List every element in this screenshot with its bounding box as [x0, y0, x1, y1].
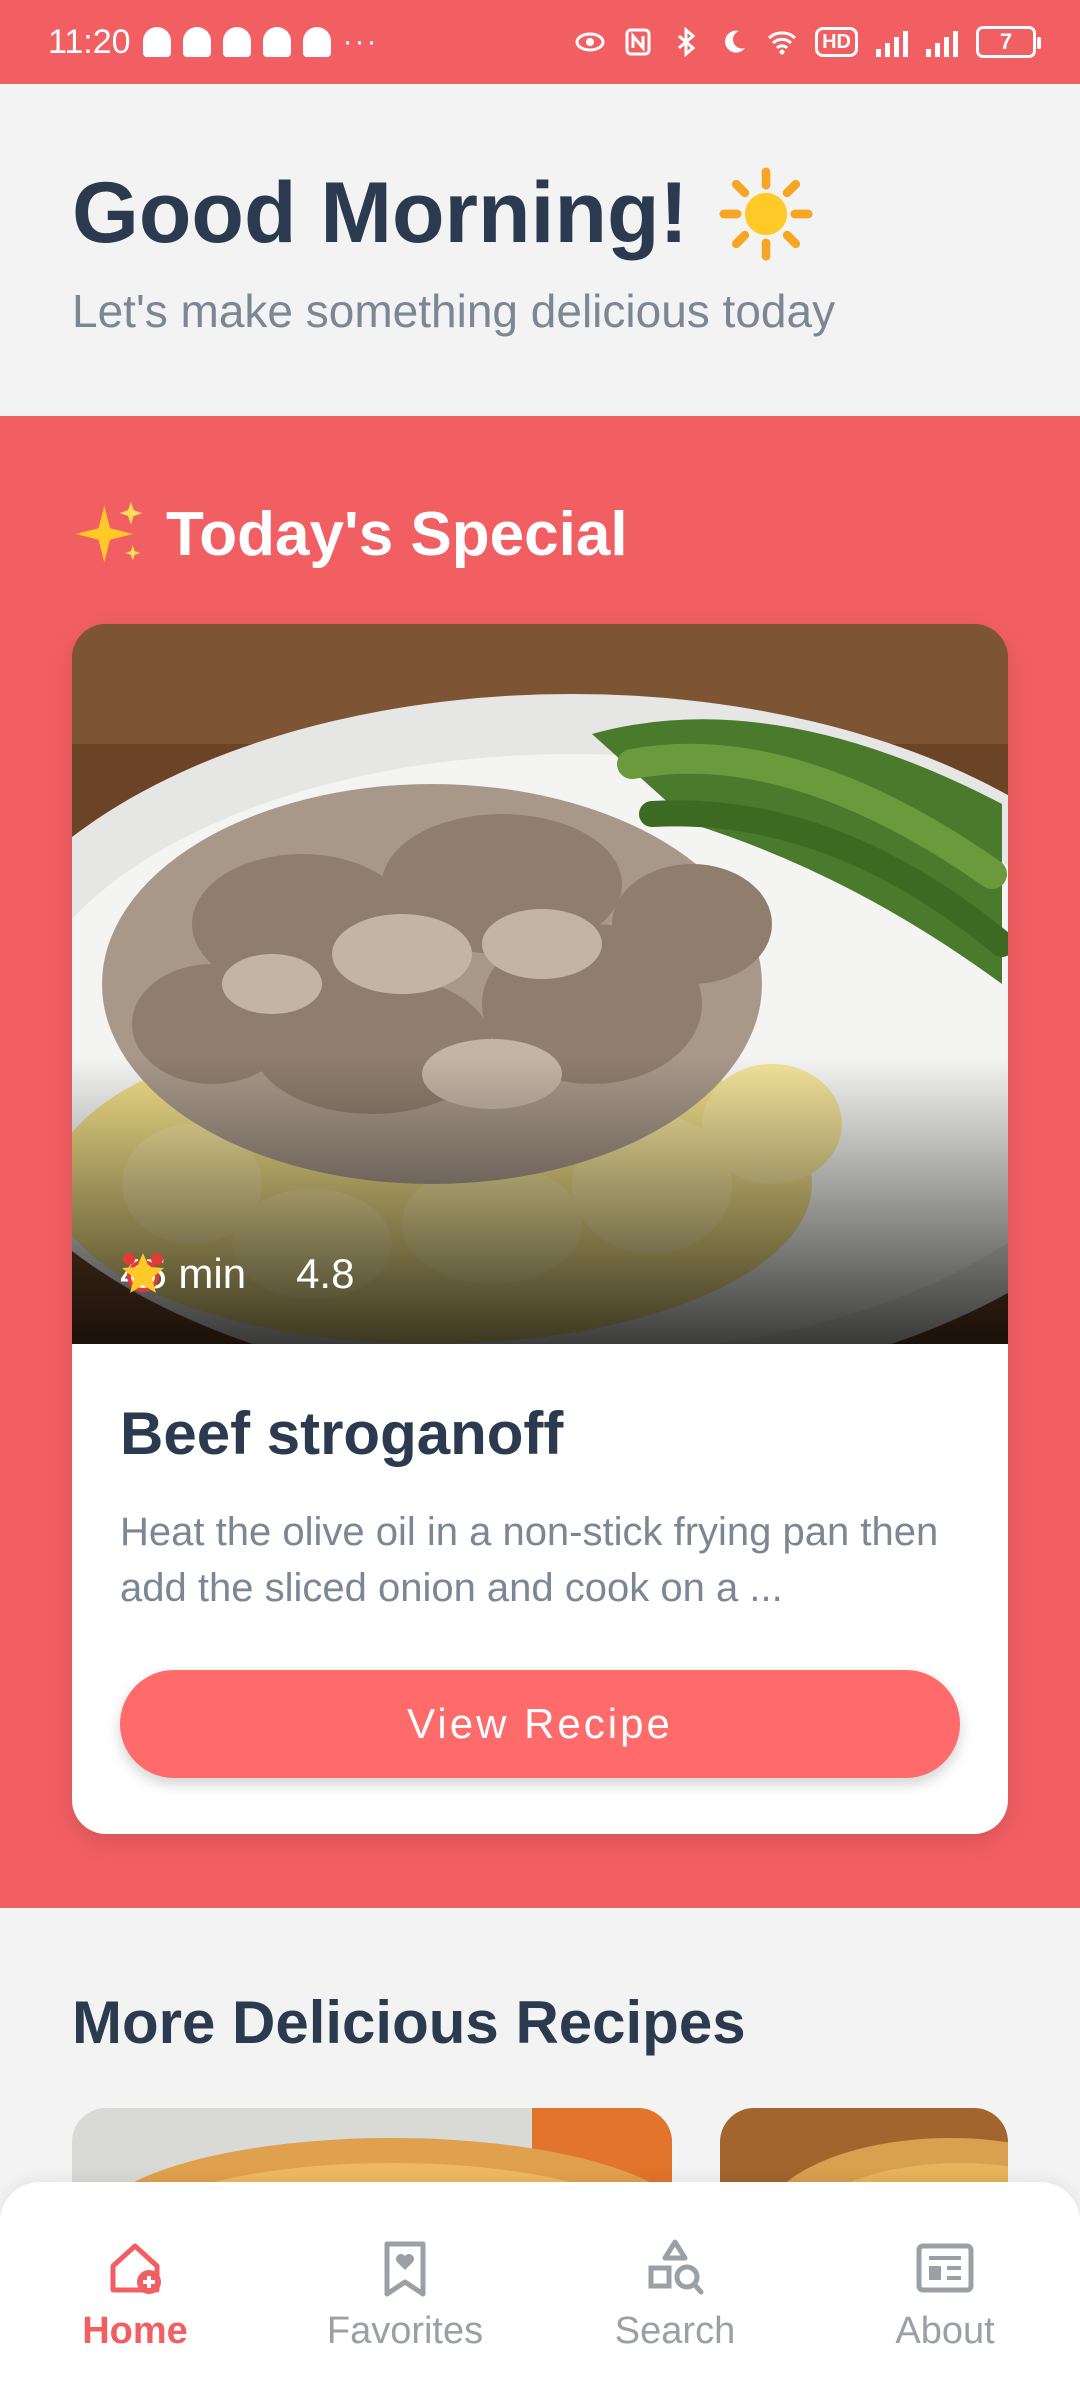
- nfc-icon: [625, 28, 651, 56]
- wifi-icon: [768, 31, 797, 55]
- app-screen: 11:20 ··· HD 7 Good Morning! Let's make …: [0, 0, 1080, 2400]
- more-recipes-title: More Delicious Recipes: [72, 1989, 746, 2056]
- bottom-navigation: Home Favorites Search About: [0, 2182, 1080, 2400]
- battery-icon: 7: [976, 26, 1041, 58]
- star-icon: [122, 1253, 164, 1293]
- moon-icon: [725, 30, 746, 53]
- snapchat-icon: [302, 27, 331, 57]
- section-title: Today's Special: [72, 496, 628, 572]
- snapchat-icon: [222, 27, 251, 57]
- about-icon: [916, 2243, 974, 2293]
- nav-search-label: Search: [614, 2310, 736, 2352]
- recipe-image[interactable]: 45 min 4.8: [72, 624, 1008, 1344]
- greeting-subtitle: Let's make something delicious today: [72, 285, 836, 337]
- beef-stroganoff-photo: [72, 624, 1008, 1344]
- featured-recipe-card[interactable]: 45 min 4.8 Beef stroganoff Heat the oliv…: [72, 624, 1008, 1834]
- greeting-header: Good Morning! Let's make something delic…: [0, 84, 1080, 416]
- home-icon: [110, 2243, 161, 2294]
- favorites-icon: [384, 2241, 426, 2297]
- greeting-title: Good Morning!: [72, 165, 689, 261]
- search-icon: [648, 2239, 704, 2295]
- nav-about[interactable]: About: [810, 2182, 1080, 2400]
- more-notifications-icon: ···: [342, 25, 379, 58]
- todays-special-section: Today's Special 45 min 4.8 Beef strogano…: [0, 416, 1080, 1908]
- view-recipe-button[interactable]: View Recipe: [120, 1670, 960, 1778]
- greeting: Good Morning!: [72, 164, 814, 263]
- special-title-label: Today's Special: [166, 499, 628, 569]
- nav-favorites[interactable]: Favorites: [270, 2182, 540, 2400]
- signal-icon: [876, 27, 908, 57]
- nav-home-label: Home: [82, 2310, 188, 2352]
- status-bar: 11:20 ··· HD 7: [0, 0, 1080, 84]
- sparkles-icon: [75, 501, 143, 563]
- hd-icon: HD: [815, 27, 858, 57]
- recipe-name: Beef stroganoff: [120, 1400, 564, 1467]
- status-time: 11:20: [48, 22, 131, 61]
- eye-icon: [575, 32, 605, 52]
- snapchat-icon: [262, 27, 291, 57]
- nav-home[interactable]: Home: [0, 2182, 270, 2400]
- bluetooth-icon: [678, 27, 696, 57]
- snapchat-icon: [182, 27, 211, 57]
- snapchat-icon: [142, 27, 171, 57]
- signal-icon: [926, 27, 958, 57]
- sun-icon: [719, 166, 813, 261]
- rating-value: 4.8: [296, 1250, 355, 1297]
- recipe-description: Heat the olive oil in a non-stick frying…: [120, 1510, 939, 1610]
- nav-search[interactable]: Search: [540, 2182, 810, 2400]
- notification-icons: [142, 27, 331, 57]
- recipe-meta: 45 min 4.8: [120, 1250, 354, 1298]
- rating: 4.8: [122, 1250, 355, 1298]
- nav-about-label: About: [895, 2310, 995, 2352]
- nav-favorites-label: Favorites: [326, 2310, 484, 2352]
